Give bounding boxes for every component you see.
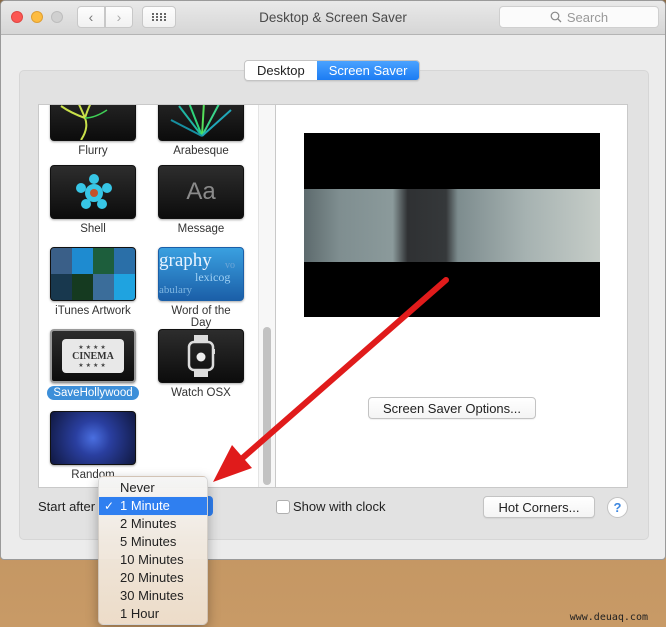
word-of-the-day-thumbnail: graphy lexicog abulary vo — [158, 247, 244, 301]
menu-item-2-minutes[interactable]: 2 Minutes — [99, 515, 207, 533]
screen-saver-list[interactable]: Flurry Arabesque Shell Aa Message iTunes… — [38, 104, 275, 488]
tab-bar: Desktop Screen Saver — [244, 60, 421, 81]
menu-item-label: 2 Minutes — [120, 516, 177, 531]
start-after-label: Start after — [38, 499, 96, 514]
tab-screen-saver[interactable]: Screen Saver — [316, 61, 420, 80]
list-scrollbar[interactable] — [258, 105, 275, 487]
saver-label: Arabesque — [173, 145, 229, 157]
ticket-icon: ★★★★ CINEMA ★★★★ — [62, 339, 124, 373]
menu-item-5-minutes[interactable]: 5 Minutes — [99, 533, 207, 551]
menu-item-1-minute[interactable]: ✓ 1 Minute — [99, 497, 207, 515]
cinema-ticket-thumbnail: ★★★★ CINEMA ★★★★ — [50, 329, 136, 383]
question-mark-icon: ? — [613, 500, 622, 515]
menu-item-label: 5 Minutes — [120, 534, 177, 549]
message-glyph: Aa — [186, 178, 216, 205]
menu-item-label: 1 Hour — [120, 606, 160, 621]
watermark: www.deuaq.com — [569, 612, 648, 623]
shell-thumbnail — [50, 165, 136, 219]
saver-label: Watch OSX — [171, 387, 231, 399]
saver-item-shell[interactable]: Shell — [47, 165, 139, 236]
menu-item-1-hour[interactable]: 1 Hour — [99, 605, 207, 623]
start-after-dropdown-menu: Never ✓ 1 Minute 2 Minutes 5 Minutes 10 M… — [98, 476, 208, 625]
menu-item-label: 1 Minute — [120, 498, 170, 513]
saver-label: Message — [177, 223, 225, 235]
watch-icon — [187, 335, 215, 377]
menu-item-label: Never — [120, 480, 155, 495]
saver-item-message[interactable]: Aa Message — [155, 165, 247, 236]
arabesque-thumbnail — [158, 105, 244, 141]
saver-item-random[interactable]: Random — [47, 411, 139, 482]
saver-label: Flurry — [78, 145, 108, 157]
scrollbar-thumb[interactable] — [263, 327, 271, 485]
title-bar: ‹ › Desktop & Screen Saver Search — [1, 1, 665, 35]
search-icon — [550, 11, 562, 23]
word-abulary: abulary — [159, 284, 192, 296]
tab-desktop[interactable]: Desktop — [245, 61, 317, 80]
menu-item-label: 10 Minutes — [120, 552, 184, 567]
apple-watch-thumbnail — [158, 329, 244, 383]
menu-item-10-minutes[interactable]: 10 Minutes — [99, 551, 207, 569]
show-with-clock-checkbox[interactable] — [276, 500, 290, 514]
saver-item-watch-osx[interactable]: Watch OSX — [155, 329, 247, 400]
word-vo: vo — [225, 260, 235, 271]
hot-corners-button[interactable]: Hot Corners... — [483, 496, 595, 518]
menu-item-20-minutes[interactable]: 20 Minutes — [99, 569, 207, 587]
screen-saver-preview — [304, 133, 600, 317]
preview-video-frame — [304, 189, 600, 262]
saver-item-savehollywood[interactable]: ★★★★ CINEMA ★★★★ SaveHollywood — [47, 329, 139, 400]
saver-item-flurry[interactable]: Flurry — [47, 105, 139, 158]
help-button[interactable]: ? — [607, 497, 628, 518]
random-swirl-thumbnail — [50, 411, 136, 465]
menu-item-label: 30 Minutes — [120, 588, 184, 603]
checkmark-icon: ✓ — [104, 499, 115, 513]
show-with-clock-label: Show with clock — [293, 499, 386, 514]
saver-item-itunes-artwork[interactable]: iTunes Artwork — [47, 247, 139, 318]
saver-item-word-of-the-day[interactable]: graphy lexicog abulary vo Word of the Da… — [155, 247, 247, 330]
saver-label: Shell — [80, 223, 106, 235]
search-input[interactable]: Search — [499, 6, 659, 28]
saver-label-selected: SaveHollywood — [47, 386, 139, 400]
itunes-artwork-thumbnail — [50, 247, 136, 301]
message-thumbnail: Aa — [158, 165, 244, 219]
menu-item-never[interactable]: Never — [99, 479, 207, 497]
screen-saver-options-button[interactable]: Screen Saver Options... — [368, 397, 536, 419]
flurry-thumbnail — [50, 105, 136, 141]
cinema-text: CINEMA — [72, 350, 114, 362]
menu-item-label: 20 Minutes — [120, 570, 184, 585]
word-lexicog: lexicog — [195, 270, 231, 284]
saver-label: iTunes Artwork — [55, 305, 131, 317]
saver-item-arabesque[interactable]: Arabesque — [155, 105, 247, 158]
saver-label: Word of the Day — [171, 305, 231, 329]
menu-item-30-minutes[interactable]: 30 Minutes — [99, 587, 207, 605]
word-graphy: graphy — [159, 250, 212, 271]
search-placeholder: Search — [566, 9, 609, 25]
